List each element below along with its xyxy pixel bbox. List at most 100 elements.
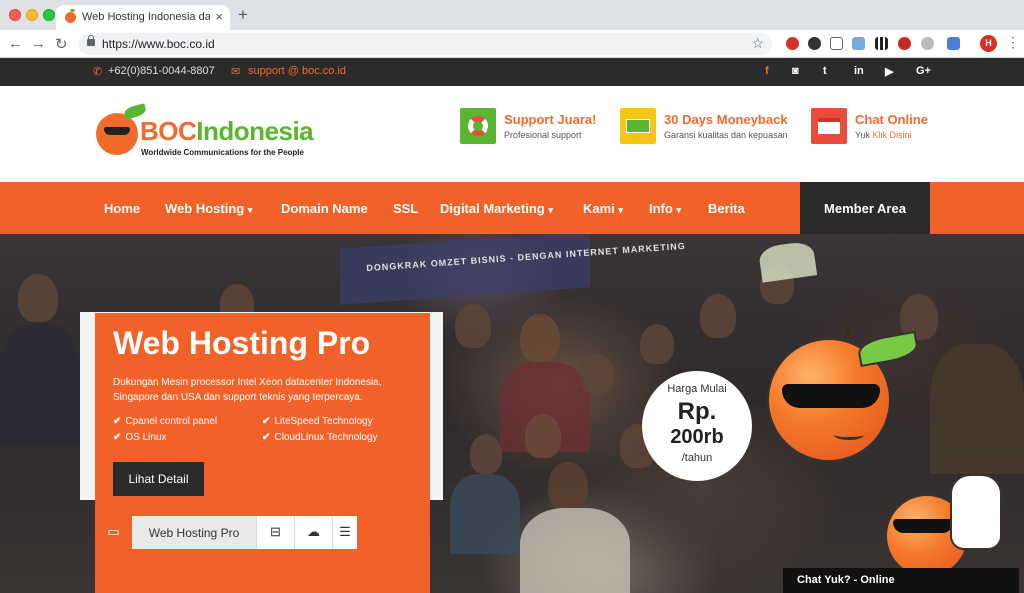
logo-wordmark: BOCIndonesia	[140, 116, 314, 146]
crowd-person	[520, 508, 630, 593]
nav-berita[interactable]: Berita	[708, 201, 745, 216]
youtube-icon[interactable]: ▶	[885, 65, 893, 78]
nav-kami[interactable]: Kami ▾	[583, 201, 623, 216]
extension-icon[interactable]	[947, 37, 960, 50]
crowd-person	[450, 474, 520, 554]
leaf-icon	[856, 330, 920, 368]
browser-tab[interactable]: Web Hosting Indonesia dan D ×	[56, 5, 230, 30]
chevron-down-icon: ▾	[618, 205, 623, 215]
money-icon	[620, 108, 656, 144]
crowd-person	[0, 324, 80, 444]
crowd-person	[548, 462, 588, 510]
twitter-icon[interactable]: t	[823, 65, 827, 77]
tab-cloud[interactable]: ☁	[294, 516, 332, 549]
close-window-button[interactable]	[9, 9, 21, 21]
tab-web-hosting-icon[interactable]: ▭	[95, 516, 132, 549]
check-icon: ✔	[262, 432, 271, 443]
maximize-window-button[interactable]	[43, 9, 55, 21]
support-email[interactable]: support @ boc.co.id	[248, 65, 346, 77]
tab-close-icon[interactable]: ×	[215, 9, 223, 24]
crowd-person	[640, 324, 674, 364]
tab-server[interactable]: ☰	[332, 516, 357, 549]
crowd-person	[18, 274, 58, 322]
click-here-link[interactable]: Klik Disini	[873, 130, 912, 140]
lock-icon	[87, 35, 95, 46]
favicon-icon	[65, 9, 76, 23]
price-currency: Rp.	[677, 398, 717, 425]
tab-title: Web Hosting Indonesia dan D	[82, 11, 210, 23]
logo-tagline: Worldwide Communications for the People	[141, 148, 304, 157]
promo-title: Web Hosting Pro	[113, 325, 371, 361]
chevron-down-icon: ▾	[676, 205, 681, 215]
nav-ssl[interactable]: SSL	[393, 201, 418, 216]
extension-icon[interactable]	[808, 37, 821, 50]
extension-icon[interactable]	[786, 37, 799, 50]
drive-icon: ⊟	[270, 524, 281, 539]
thumbs-up-icon	[950, 474, 1002, 550]
nav-domain-name[interactable]: Domain Name	[281, 201, 368, 216]
chat-status: Chat Yuk? - Online	[797, 574, 895, 586]
crowd-person	[525, 414, 561, 458]
sunglasses-icon	[893, 519, 953, 533]
crowd-person	[470, 434, 502, 474]
crowd-person	[757, 240, 818, 283]
feature-subtitle: Profesional support	[504, 130, 582, 140]
qr-code-icon[interactable]	[875, 37, 888, 50]
extension-icon[interactable]	[852, 37, 865, 50]
crowd-person	[580, 354, 614, 394]
price-value: 200rb	[670, 426, 724, 448]
extension-icon[interactable]	[898, 37, 911, 50]
check-icon: ✔	[113, 416, 122, 427]
sunglasses-icon	[782, 384, 880, 408]
new-tab-button[interactable]: +	[238, 5, 248, 25]
member-area-label: Member Area	[824, 201, 906, 216]
reload-icon[interactable]: ↻	[55, 35, 68, 53]
member-area-button[interactable]: Member Area	[800, 182, 930, 234]
price-badge: Harga Mulai Rp. 200rb /tahun	[642, 371, 752, 481]
tab-vps[interactable]: ⊟	[256, 516, 294, 549]
extension-icon[interactable]	[921, 37, 934, 50]
site-top-bar: ✆ +62(0)851-0044-8807 ✉ support @ boc.co…	[0, 58, 1024, 86]
browser-tab-bar: Web Hosting Indonesia dan D × +	[0, 0, 1024, 30]
linkedin-icon[interactable]: in	[854, 65, 864, 77]
promo-feature-item: ✔ LiteSpeed Technology	[262, 416, 373, 427]
check-icon: ✔	[262, 416, 271, 427]
google-plus-icon[interactable]: G+	[916, 65, 931, 77]
feature-title: 30 Days Moneyback	[664, 112, 788, 127]
feature-subtitle: Garansi kualitas dan kepuasan	[664, 130, 788, 140]
next-section-bar	[95, 578, 287, 593]
check-icon: ✔	[113, 432, 122, 443]
mail-icon: ✉	[231, 66, 241, 78]
server-icon: ☰	[339, 524, 351, 539]
detail-button[interactable]: Lihat Detail	[113, 462, 204, 496]
nav-info[interactable]: Info ▾	[649, 201, 681, 216]
promo-feature-item: ✔ OS Linux	[113, 432, 167, 443]
feature-subtitle: Yuk Klik Disini	[855, 130, 912, 140]
chat-bar[interactable]: Chat Yuk? - Online	[783, 568, 1019, 593]
facebook-icon[interactable]: f	[765, 65, 769, 77]
crowd-person	[700, 294, 736, 338]
crowd-person	[520, 314, 560, 362]
chevron-down-icon: ▾	[247, 205, 253, 215]
url-input[interactable]: https://www.boc.co.id ☆	[78, 33, 772, 55]
bookmark-star-icon[interactable]: ☆	[751, 35, 764, 52]
nav-web-hosting[interactable]: Web Hosting ▾	[165, 201, 252, 216]
laptop-icon: ▭	[107, 524, 120, 539]
crowd-person	[455, 304, 491, 348]
price-label: Harga Mulai	[667, 383, 727, 395]
feature-title: Support Juara!	[504, 112, 597, 127]
address-bar-row: ← → ↻ https://www.boc.co.id ☆ H ⋮	[0, 30, 1024, 58]
minimize-window-button[interactable]	[26, 9, 38, 21]
phone-number[interactable]: +62(0)851-0044-8807	[108, 65, 215, 77]
tab-web-hosting-pro[interactable]: Web Hosting Pro	[132, 516, 256, 549]
profile-avatar[interactable]: H	[980, 35, 997, 52]
forward-icon[interactable]: →	[31, 35, 46, 52]
cast-icon[interactable]	[830, 37, 843, 50]
instagram-icon[interactable]: ◙	[792, 65, 799, 77]
mascot-mouth	[834, 430, 864, 440]
browser-menu-icon[interactable]: ⋮	[1006, 34, 1020, 51]
nav-digital-marketing[interactable]: Digital Marketing ▾	[440, 201, 553, 216]
nav-home[interactable]: Home	[104, 201, 140, 216]
hero-slider: DONGKRAK OMZET BISNIS - DENGAN INTERNET …	[0, 234, 1024, 593]
back-icon[interactable]: ←	[8, 35, 23, 52]
